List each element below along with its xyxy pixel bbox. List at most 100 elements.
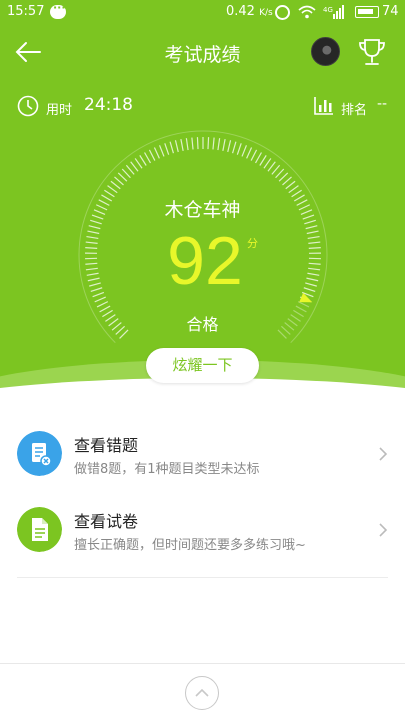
gauge-tick [196, 137, 199, 150]
gauge-tick [278, 172, 289, 182]
gauge-tick [94, 296, 106, 303]
chevron-up-icon [195, 688, 209, 697]
gauge-tick [259, 155, 267, 166]
gauge-tick [85, 241, 98, 244]
gauge-tick [288, 185, 299, 194]
item-desc: 做错8题，有1种题目类型未达标 [74, 462, 260, 477]
score-unit: 分 [247, 237, 258, 250]
gauge-tick [305, 282, 317, 287]
gauge-tick [88, 225, 101, 230]
gauge-tick [297, 301, 310, 308]
trophy-icon[interactable] [357, 37, 387, 67]
gauge-tick [134, 158, 143, 169]
gauge-tick [308, 246, 321, 249]
gauge-tick [86, 272, 99, 276]
divider [17, 577, 388, 578]
gauge-tick [212, 137, 215, 150]
rank-value: -- [377, 96, 388, 112]
gauge-tick [306, 230, 319, 235]
gauge-tick [275, 168, 285, 179]
battery-level: 74 [382, 4, 399, 19]
network-speed-unit: K/s [259, 8, 273, 18]
gauge-tick [139, 155, 147, 166]
gauge-tick [231, 141, 237, 154]
result-hero: 15:57 0.42 K/s 4G 74 考试成绩 用时 24:18 [0, 0, 405, 410]
gauge-tick [125, 164, 135, 175]
gauge-tick [153, 147, 160, 159]
share-button[interactable]: 炫耀一下 [146, 348, 259, 383]
gauge-tick [148, 149, 156, 161]
gauge-tick [89, 282, 101, 287]
gauge-tick [285, 180, 296, 190]
gauge-tick [308, 241, 321, 244]
gauge-tick [180, 138, 184, 151]
list-item-exam-paper[interactable]: 查看试卷 擅长正确题，但时间题还要多多练习哦~ [0, 486, 405, 578]
bottom-divider [0, 663, 405, 664]
message-icon [50, 1, 66, 19]
chevron-right-icon [379, 523, 388, 537]
clock-icon [17, 95, 39, 117]
gauge-tick [86, 235, 99, 240]
signal-icon: 4G [323, 5, 344, 19]
gauge-tick [90, 287, 103, 293]
time-used-label: 用时 [46, 103, 73, 118]
gauge-tick [222, 138, 226, 151]
gauge-tick [110, 180, 121, 190]
score-value: 92 [167, 223, 243, 299]
rank-label: 排名 [341, 103, 368, 118]
item-title: 查看错题 [74, 436, 139, 455]
gauge-tick [308, 267, 321, 271]
gauge-tick [85, 246, 98, 249]
gauge-tick [87, 277, 100, 282]
gauge-tick [121, 168, 131, 179]
gauge-tick [271, 164, 281, 175]
gauge-tick [191, 137, 194, 150]
gauge-tick [85, 267, 98, 271]
gauge-tick [306, 277, 319, 282]
exam-paper-icon [17, 507, 62, 552]
battery-icon [355, 6, 379, 18]
gauge-tick [254, 152, 262, 164]
item-title: 查看试卷 [74, 512, 139, 531]
gauge-tick [174, 140, 179, 153]
chevron-right-icon [379, 447, 388, 461]
gauge-tick [207, 137, 210, 150]
svg-text:4G: 4G [323, 6, 333, 14]
status-bar: 15:57 0.42 K/s 4G 74 [0, 0, 405, 26]
gauge-tick [308, 262, 321, 265]
gauge-tick [117, 172, 128, 182]
gauge-tick [303, 287, 316, 293]
gauge-tick [185, 138, 189, 151]
gauge-tick [307, 235, 320, 240]
item-desc: 擅长正确题，但时间题还要多多练习哦~ [74, 538, 306, 553]
alarm-icon [275, 5, 290, 20]
rank-icon [314, 97, 333, 115]
page-title: 考试成绩 [164, 44, 241, 66]
user-nickname: 木仓车神 [164, 199, 241, 221]
gauge-tick [159, 145, 165, 157]
wrong-questions-icon [17, 431, 62, 476]
scroll-up-button[interactable] [185, 676, 219, 710]
network-speed: 0.42 K/s [226, 4, 273, 19]
gauge-tick [236, 143, 242, 155]
wifi-icon [298, 5, 316, 19]
pass-status: 合格 [186, 315, 219, 334]
gauge-tick [217, 138, 221, 151]
gauge-tick [130, 161, 139, 172]
avatar[interactable] [311, 37, 340, 66]
network-speed-value: 0.42 [226, 4, 255, 19]
gauge-tick [169, 141, 175, 154]
gauge-tick [87, 230, 100, 235]
gauge-tick [92, 291, 105, 298]
gauge-tick [96, 301, 109, 308]
gauge-tick [164, 143, 170, 155]
time-used-value: 24:18 [84, 95, 133, 115]
gauge-tick [305, 225, 318, 230]
gauge-tick [267, 161, 276, 172]
status-time: 15:57 [7, 4, 45, 19]
gauge-tick [246, 147, 253, 159]
gauge-tick [282, 176, 292, 186]
gauge-tick [144, 152, 152, 164]
gauge-tick [85, 262, 98, 265]
gauge-tick [263, 158, 272, 169]
